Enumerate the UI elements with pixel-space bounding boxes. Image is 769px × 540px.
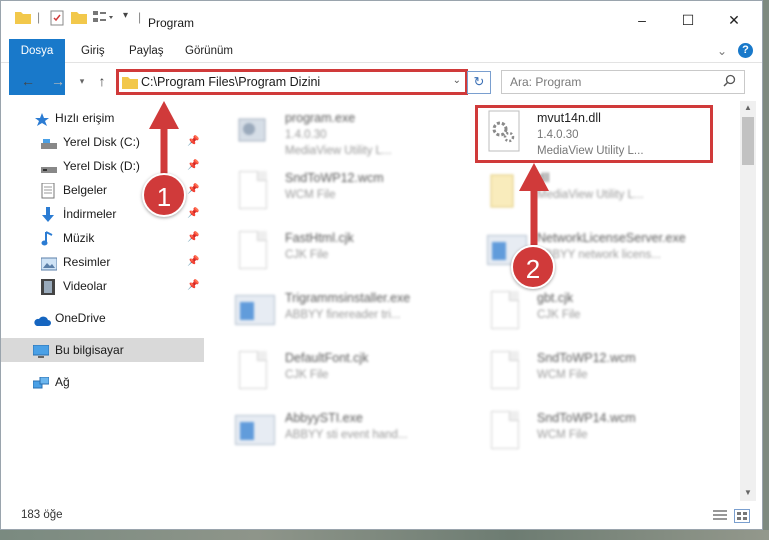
file-explorer-window: | ▾ | Program – ☐ ✕ Dosya Giriş Paylaş G… bbox=[0, 0, 763, 530]
annotation-arrows bbox=[149, 101, 549, 245]
arrow-to-target-file bbox=[519, 163, 549, 245]
arrow-to-address-bar bbox=[149, 101, 179, 177]
desktop-background bbox=[763, 0, 769, 540]
step-2-badge: 2 bbox=[511, 245, 555, 289]
desktop-background-strip bbox=[0, 530, 769, 540]
step-1-badge: 1 bbox=[142, 173, 186, 217]
